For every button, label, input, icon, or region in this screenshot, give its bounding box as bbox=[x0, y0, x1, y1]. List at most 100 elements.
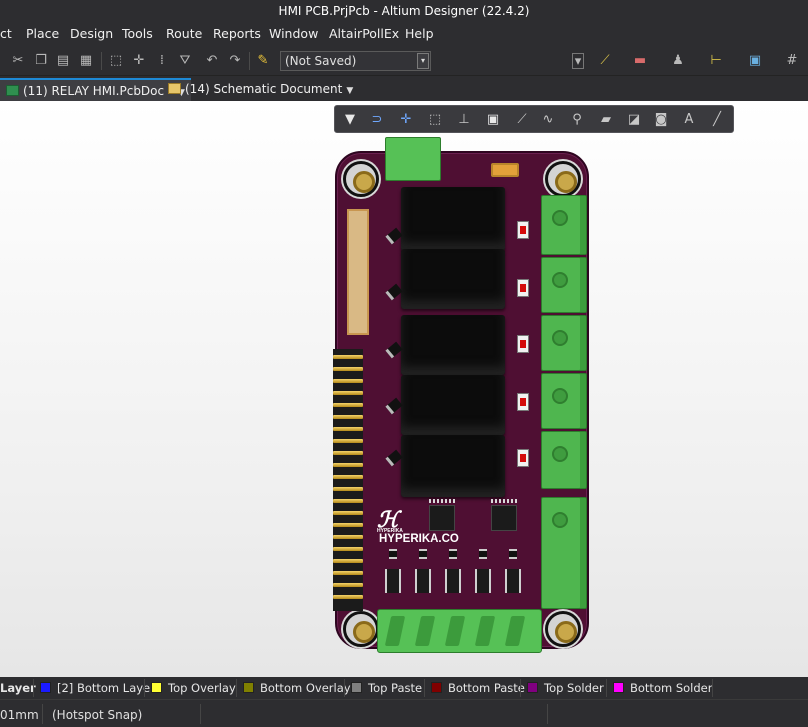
smd-component bbox=[449, 549, 457, 559]
layer-tab-bottom-layer[interactable]: [2] Bottom Layer bbox=[40, 681, 155, 695]
toolbar-separator bbox=[101, 52, 102, 70]
diode bbox=[385, 341, 403, 359]
menu-design[interactable]: Design bbox=[70, 26, 113, 41]
led-indicator bbox=[517, 393, 529, 411]
toolbar-dropdown-button[interactable]: ▾ bbox=[572, 53, 584, 69]
paste-icon[interactable]: ▤ bbox=[55, 53, 71, 69]
menu-project[interactable]: ct bbox=[0, 26, 12, 41]
saved-state-value: (Not Saved) bbox=[285, 54, 357, 68]
menu-tools[interactable]: Tools bbox=[122, 26, 153, 41]
ffc-connector bbox=[347, 209, 369, 335]
via-icon[interactable]: ⚲ bbox=[568, 111, 586, 129]
layer-separator bbox=[606, 679, 607, 697]
pin-header bbox=[333, 349, 363, 611]
led-indicator bbox=[517, 335, 529, 353]
select-area-icon[interactable]: ⬚ bbox=[108, 53, 124, 69]
pcb-3d-canvas[interactable]: ▼ ⊃ ✛ ⬚ ⊥ ▣ ⟋ ∿ ⚲ ▰ ◪ ◙ A ╱ ℋ HYPERIKA H… bbox=[0, 101, 808, 677]
status-separator bbox=[547, 704, 548, 724]
bottom-terminal-connector bbox=[377, 609, 542, 653]
terminal-block bbox=[541, 257, 587, 313]
document-tab-bar: (11) RELAY HMI.PcbDoc * ▼ (14) Schematic … bbox=[0, 76, 808, 101]
mounting-hole bbox=[343, 161, 379, 197]
redo-icon[interactable]: ↷ bbox=[227, 53, 243, 69]
snap-icon[interactable]: ⊃ bbox=[368, 111, 386, 129]
clear-filter-icon[interactable]: ⛛ bbox=[177, 53, 193, 69]
smd-component bbox=[479, 549, 487, 559]
ic-chip bbox=[491, 505, 517, 531]
layer-tab-top-overlay[interactable]: Top Overlay bbox=[151, 681, 236, 695]
layer-separator bbox=[144, 679, 145, 697]
status-separator bbox=[200, 704, 201, 724]
layer-tab-top-layer[interactable]: Layer bbox=[0, 681, 36, 695]
align-icon[interactable]: ▬ bbox=[632, 53, 648, 69]
status-separator bbox=[42, 704, 43, 724]
optocoupler bbox=[475, 569, 491, 593]
layer-label: Bottom Solder bbox=[630, 681, 713, 695]
chevron-down-icon[interactable]: ▾ bbox=[417, 53, 429, 69]
saved-state-combo[interactable]: (Not Saved) ▾ bbox=[280, 51, 431, 71]
select-area-icon[interactable]: ⬚ bbox=[426, 111, 444, 129]
terminal-block bbox=[541, 497, 587, 609]
terminal-block bbox=[541, 431, 587, 489]
place-icon[interactable]: ✛ bbox=[397, 111, 415, 129]
layer-tab-bottom-overlay[interactable]: Bottom Overlay bbox=[243, 681, 351, 695]
diode bbox=[385, 227, 403, 245]
keepout-icon[interactable]: ◙ bbox=[652, 111, 670, 129]
terminal-block bbox=[541, 373, 587, 429]
crossprobe-icon[interactable]: ✎ bbox=[255, 53, 271, 69]
interactive-route-icon[interactable]: ∿ bbox=[539, 111, 557, 129]
ic-pins bbox=[429, 499, 455, 503]
window-title: HMI PCB.PrjPcb - Altium Designer (22.4.2… bbox=[278, 4, 530, 18]
layer-color-swatch bbox=[151, 682, 162, 693]
layer-tab-bottom-solder[interactable]: Bottom Solder bbox=[613, 681, 712, 695]
fill-icon[interactable]: ▰ bbox=[597, 111, 615, 129]
text-icon[interactable]: A bbox=[680, 111, 698, 129]
tab-schematic-document[interactable]: (14) Schematic Document ▼ bbox=[162, 78, 359, 101]
dimension-icon[interactable]: ⊢ bbox=[708, 53, 724, 69]
active-bar: ▼ ⊃ ✛ ⬚ ⊥ ▣ ⟋ ∿ ⚲ ▰ ◪ ◙ A ╱ bbox=[334, 105, 734, 133]
rubber-stamp-icon[interactable]: ▦ bbox=[78, 53, 94, 69]
layer-color-swatch bbox=[431, 682, 442, 693]
component-icon[interactable]: ♟ bbox=[670, 53, 686, 69]
undo-icon[interactable]: ↶ bbox=[204, 53, 220, 69]
ic-pins bbox=[491, 499, 517, 503]
chevron-down-icon[interactable]: ▼ bbox=[346, 86, 353, 96]
component-icon[interactable]: ▣ bbox=[484, 111, 502, 129]
menu-help[interactable]: Help bbox=[405, 26, 434, 41]
layer-tab-bottom-paste[interactable]: Bottom Paste bbox=[431, 681, 525, 695]
pcb-board[interactable]: ℋ HYPERIKA HYPERIKA.CO bbox=[333, 137, 589, 653]
smd-component bbox=[509, 549, 517, 559]
optocoupler bbox=[415, 569, 431, 593]
copy-icon[interactable]: ❐ bbox=[33, 53, 49, 69]
route-icon[interactable]: ⟋ bbox=[513, 111, 531, 129]
align-icon[interactable]: ⊥ bbox=[455, 111, 473, 129]
mounting-hole bbox=[545, 161, 581, 197]
polygon-icon[interactable]: ◪ bbox=[625, 111, 643, 129]
menu-window[interactable]: Window bbox=[269, 26, 318, 41]
layer-separator bbox=[236, 679, 237, 697]
terminal-block bbox=[541, 315, 587, 371]
filter-icon[interactable]: ▼ bbox=[341, 111, 359, 129]
diode bbox=[385, 283, 403, 301]
layer-tab-top-paste[interactable]: Top Paste bbox=[351, 681, 422, 695]
grid-icon[interactable]: # bbox=[784, 53, 800, 69]
menu-reports[interactable]: Reports bbox=[213, 26, 261, 41]
menu-altairpollex[interactable]: AltairPollEx bbox=[329, 26, 399, 41]
menu-route[interactable]: Route bbox=[166, 26, 202, 41]
layer-separator bbox=[33, 679, 34, 697]
layer-tab-top-solder[interactable]: Top Solder bbox=[527, 681, 604, 695]
layer-label: Top Overlay bbox=[168, 681, 236, 695]
menu-place[interactable]: Place bbox=[26, 26, 59, 41]
interactive-routing-icon[interactable]: ⟋ bbox=[597, 53, 613, 69]
layer-color-swatch bbox=[40, 682, 51, 693]
layer-separator bbox=[424, 679, 425, 697]
layer-color-swatch bbox=[613, 682, 624, 693]
relay-component bbox=[401, 315, 505, 375]
diode bbox=[385, 397, 403, 415]
room-icon[interactable]: ▣ bbox=[747, 53, 763, 69]
select-tool-icon[interactable]: ⁞ bbox=[154, 53, 170, 69]
line-icon[interactable]: ╱ bbox=[708, 111, 726, 129]
layer-label: [2] Bottom Layer bbox=[57, 681, 155, 695]
move-icon[interactable]: ✛ bbox=[131, 53, 147, 69]
cut-icon[interactable]: ✂ bbox=[10, 53, 26, 69]
